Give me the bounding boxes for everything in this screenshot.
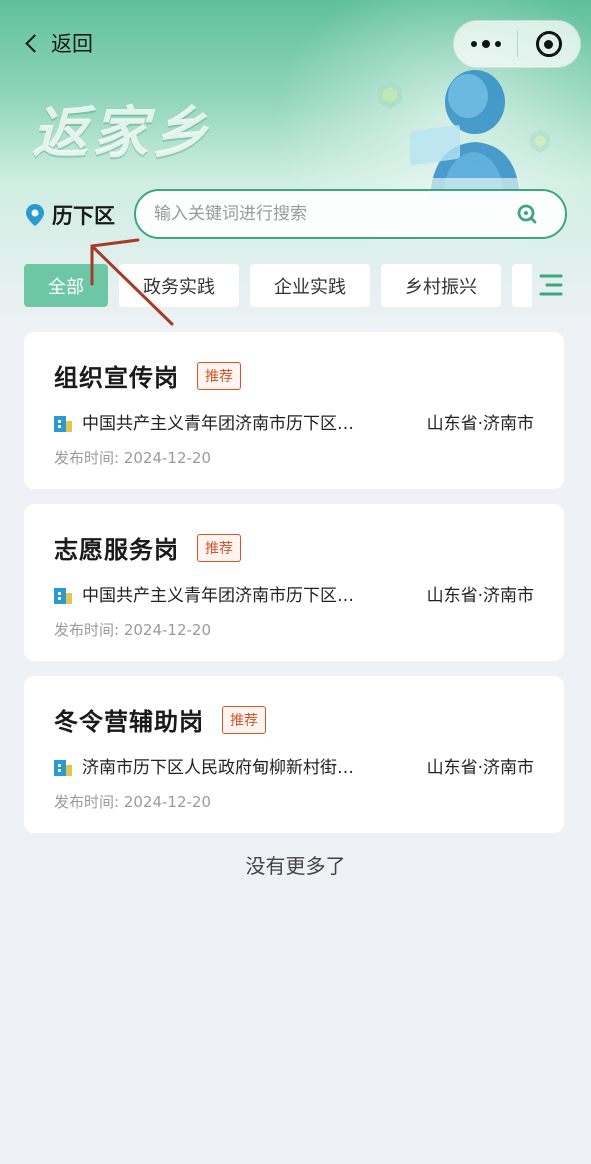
location-pin-icon xyxy=(26,204,44,226)
brand-title: 返家乡 xyxy=(32,101,212,166)
location-selector[interactable]: 历下区 xyxy=(26,200,115,230)
building-icon xyxy=(54,587,72,604)
search-box xyxy=(134,189,567,239)
search-icon[interactable] xyxy=(515,202,539,226)
job-date: 发布时间: 2024-12-20 xyxy=(54,449,211,467)
recommend-badge: 推荐 xyxy=(197,533,241,562)
recommend-badge: 推荐 xyxy=(197,361,241,390)
building-icon xyxy=(54,415,72,432)
job-card[interactable]: 冬令营辅助岗 推荐 济南市历下区人民政府甸柳新村街… 山东省·济南市 发布时间:… xyxy=(24,676,564,833)
back-chevron-icon xyxy=(25,33,44,53)
job-organization: 中国共产主义青年团济南市历下区… xyxy=(82,414,354,434)
close-target-icon[interactable] xyxy=(518,20,580,68)
miniprogram-capsule xyxy=(453,20,581,68)
building-icon xyxy=(54,759,72,776)
no-more-label: 没有更多了 xyxy=(245,854,346,878)
search-input[interactable] xyxy=(154,204,515,224)
tab-government-practice[interactable]: 政务实践 xyxy=(119,264,239,307)
job-city: 山东省·济南市 xyxy=(426,414,534,434)
job-date: 发布时间: 2024-12-20 xyxy=(54,793,211,811)
job-city: 山东省·济南市 xyxy=(426,758,534,778)
tab-overflow[interactable] xyxy=(512,264,532,307)
person-illustration-icon xyxy=(378,70,550,200)
back-label: 返回 xyxy=(51,32,93,56)
back-button[interactable]: 返回 xyxy=(24,28,93,58)
more-dots-icon[interactable] xyxy=(454,20,517,68)
job-city: 山东省·济南市 xyxy=(426,586,534,606)
job-organization: 济南市历下区人民政府甸柳新村街… xyxy=(82,758,354,778)
job-card[interactable]: 志愿服务岗 推荐 中国共产主义青年团济南市历下区… 山东省·济南市 发布时间: … xyxy=(24,504,564,661)
tab-enterprise-practice[interactable]: 企业实践 xyxy=(250,264,370,307)
job-card[interactable]: 组织宣传岗 推荐 中国共产主义青年团济南市历下区… 山东省·济南市 发布时间: … xyxy=(24,332,564,489)
job-organization: 中国共产主义青年团济南市历下区… xyxy=(82,586,354,606)
job-title: 组织宣传岗 xyxy=(54,364,179,392)
job-title: 冬令营辅助岗 xyxy=(54,708,204,736)
filter-menu-icon[interactable] xyxy=(537,271,565,299)
tab-rural-revitalization[interactable]: 乡村振兴 xyxy=(381,264,501,307)
job-date: 发布时间: 2024-12-20 xyxy=(54,621,211,639)
job-title: 志愿服务岗 xyxy=(54,536,179,564)
tab-all[interactable]: 全部 xyxy=(24,264,108,307)
recommend-badge: 推荐 xyxy=(222,705,266,734)
location-district: 历下区 xyxy=(52,204,115,228)
category-tabs: 全部 政务实践 企业实践 乡村振兴 xyxy=(24,264,532,307)
